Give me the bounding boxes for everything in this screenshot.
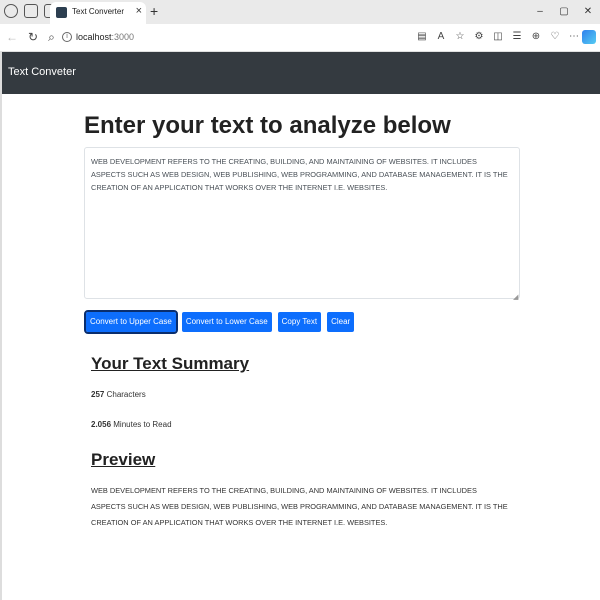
character-count-value: 257	[91, 390, 105, 399]
copilot-icon[interactable]	[582, 30, 596, 44]
nav-buttons: ← ↻ ⌕	[6, 30, 55, 45]
url-port: :3000	[111, 32, 135, 42]
browser-essentials-icon[interactable]: ♡	[549, 30, 561, 44]
more-options-icon[interactable]: ⋯	[568, 30, 580, 44]
read-aloud-icon[interactable]: A	[435, 30, 447, 44]
new-tab-button[interactable]: +	[150, 3, 158, 19]
extensions-icon[interactable]: ⚙	[473, 30, 485, 44]
workspaces-icon[interactable]	[24, 4, 38, 18]
refresh-icon[interactable]: ↻	[28, 30, 38, 45]
preview-title: Preview	[91, 450, 156, 469]
page-viewport: Text Conveter Enter your text to analyze…	[0, 52, 600, 600]
summary-title: Your Text Summary	[91, 354, 250, 373]
read-time-label: Minutes to Read	[113, 420, 172, 429]
favorite-star-icon[interactable]: ☆	[454, 30, 466, 44]
page-title: Enter your text to analyze below	[84, 112, 451, 139]
minimize-button[interactable]: –	[528, 0, 552, 24]
preview-text: WEB DEVELOPMENT REFERS TO THE CREATING, …	[91, 486, 508, 527]
tab-close-icon[interactable]: ×	[136, 5, 142, 17]
search-icon[interactable]: ⌕	[48, 30, 55, 45]
text-input[interactable]: WEB DEVELOPMENT REFERS TO THE CREATING, …	[84, 147, 520, 299]
back-icon[interactable]: ←	[6, 30, 18, 45]
url-field[interactable]: localhost:3000	[76, 32, 134, 42]
browser-toolbar: ▤ A ☆ ⚙ ◫ ☰ ⊕ ♡ ⋯	[416, 30, 580, 44]
copy-text-button[interactable]: Copy Text	[277, 312, 322, 332]
close-window-button[interactable]: ✕	[576, 0, 600, 24]
textarea-resize-handle[interactable]: ◢	[513, 293, 518, 301]
browser-tab[interactable]: Text Converter ×	[50, 2, 146, 24]
browser-tabstrip: Text Converter × + – ▢ ✕	[0, 0, 600, 24]
tab-title: Text Converter	[72, 7, 125, 16]
character-count-label: Characters	[106, 390, 146, 399]
convert-lower-button[interactable]: Convert to Lower Case	[181, 312, 272, 332]
convert-upper-button[interactable]: Convert to Upper Case	[84, 310, 178, 334]
read-time: 2.056 Minutes to Read	[91, 420, 172, 429]
address-bar: ← ↻ ⌕ i localhost:3000 ▤ A ☆ ⚙ ◫ ☰ ⊕ ♡ ⋯	[0, 24, 600, 52]
maximize-button[interactable]: ▢	[552, 0, 576, 24]
action-buttons: Convert to Upper Case Convert to Lower C…	[84, 310, 355, 334]
site-info-icon[interactable]: i	[62, 32, 72, 42]
favorites-icon[interactable]: ☰	[511, 30, 523, 44]
url-host: localhost	[76, 32, 112, 42]
character-count: 257 Characters	[91, 390, 146, 399]
collections-icon[interactable]: ⊕	[530, 30, 542, 44]
clear-button[interactable]: Clear	[327, 312, 355, 332]
reader-view-icon[interactable]: ▤	[416, 30, 428, 44]
read-time-value: 2.056	[91, 420, 112, 429]
navbar: Text Conveter	[2, 52, 600, 94]
tab-favicon-icon	[56, 7, 67, 18]
profile-icon[interactable]	[4, 4, 18, 18]
window-controls: – ▢ ✕	[528, 0, 600, 24]
navbar-brand[interactable]: Text Conveter	[8, 66, 76, 78]
split-screen-icon[interactable]: ◫	[492, 30, 504, 44]
